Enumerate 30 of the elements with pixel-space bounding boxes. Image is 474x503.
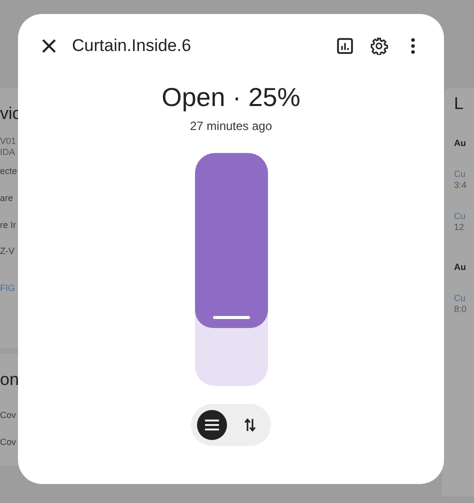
more-icon [411, 38, 415, 54]
card-text: 3:4 [454, 180, 468, 191]
link[interactable]: Cu [454, 293, 474, 304]
up-down-arrows-icon [244, 418, 256, 432]
card-text: ecte [0, 166, 18, 177]
card-text: re Ir [0, 220, 18, 230]
chart-icon [337, 38, 353, 54]
section-heading: Au [454, 262, 467, 274]
menu-icon [205, 419, 219, 431]
slider-mode-button[interactable] [197, 410, 227, 440]
card-text: 12 [454, 222, 466, 232]
link[interactable]: Cu [454, 169, 474, 180]
link[interactable]: Cu [454, 210, 474, 222]
position-slider[interactable] [194, 153, 268, 386]
card-title: L [454, 94, 464, 114]
card-title: on [0, 370, 18, 390]
card-text: 8:0 [454, 304, 468, 315]
last-changed-text: 27 minutes ago [190, 119, 272, 133]
card-text: Cov [0, 437, 18, 448]
close-icon [42, 39, 56, 53]
state-text: Open · 25% [162, 82, 300, 113]
dialog-title: Curtain.Inside.6 [72, 36, 192, 56]
link[interactable]: FIG [0, 283, 18, 294]
settings-icon [370, 37, 388, 55]
card-text: V01 [0, 136, 18, 148]
section-heading: Au [454, 138, 467, 150]
card-text: Z-V [0, 246, 16, 258]
card-text: IDA [0, 147, 16, 158]
card-text: are [0, 192, 14, 204]
card-text: Cov [0, 410, 18, 422]
